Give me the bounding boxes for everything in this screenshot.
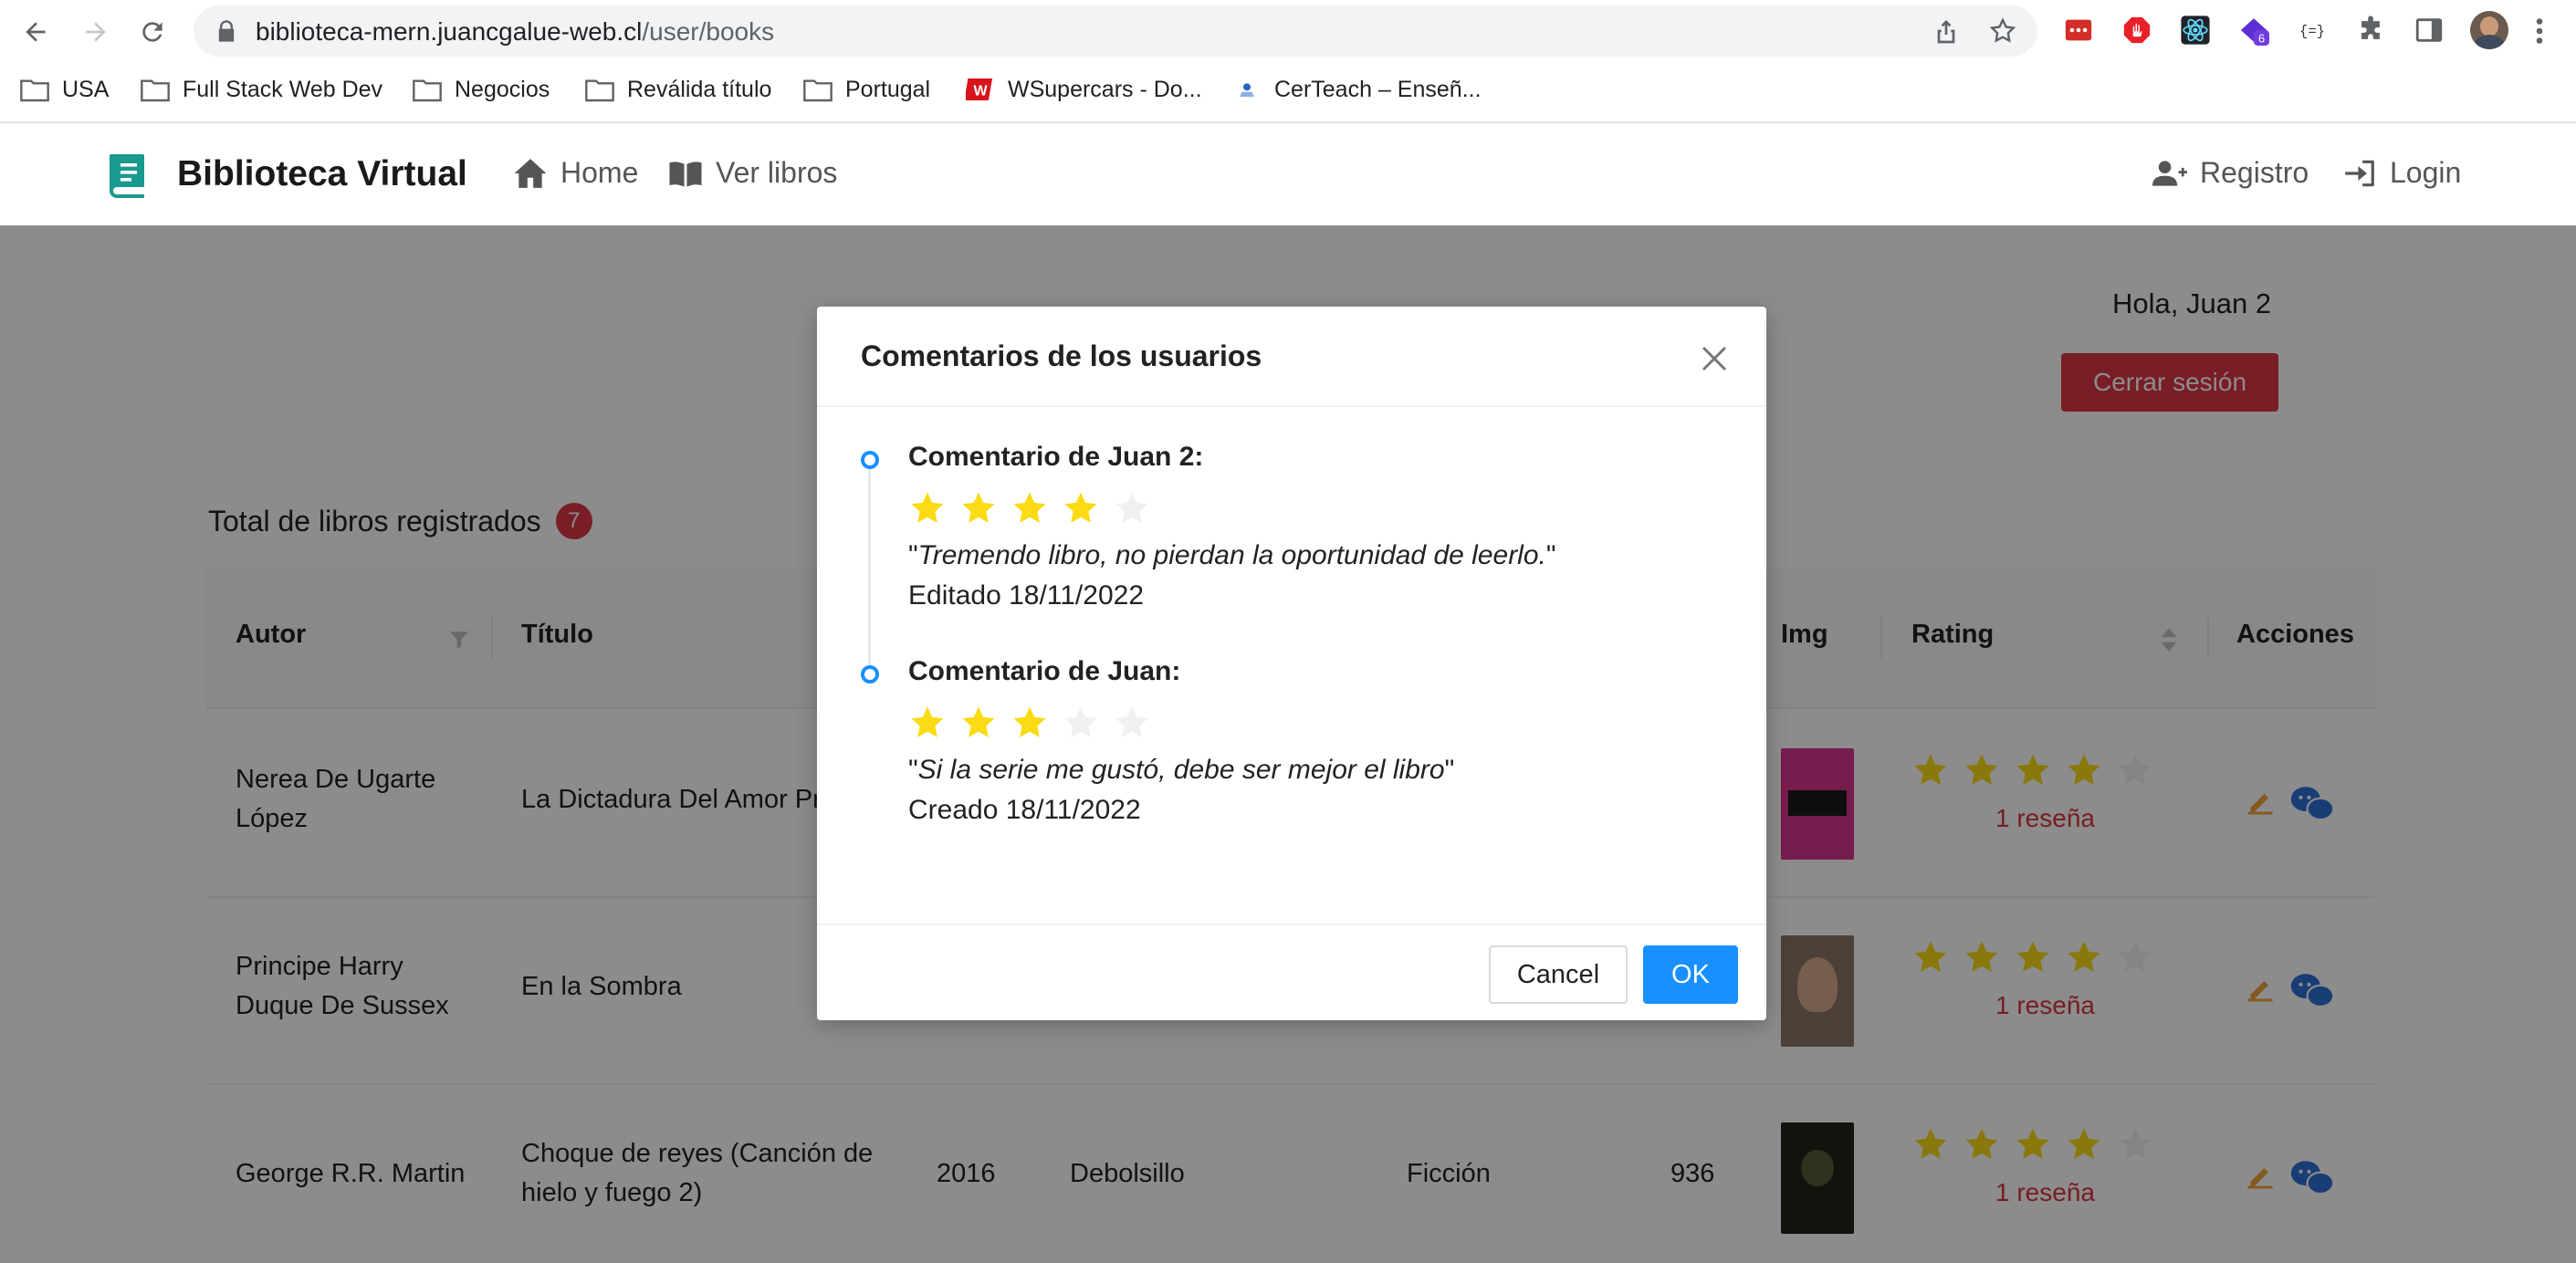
back-icon[interactable] <box>16 13 55 51</box>
profile-avatar[interactable] <box>2470 11 2508 49</box>
star-filled-icon <box>1013 706 1046 737</box>
folder-icon <box>413 79 442 102</box>
ext-lastpass-icon[interactable] <box>2061 13 2096 47</box>
star-empty-icon <box>1064 706 1097 737</box>
cancel-button[interactable]: Cancel <box>1489 945 1628 1004</box>
ext-adblock-icon[interactable] <box>2120 13 2154 47</box>
extensions-puzzle-icon[interactable] <box>2353 13 2388 47</box>
bookmark-revalida-titulo[interactable]: Reválida título <box>585 73 771 106</box>
bookmarks-bar: USA Full Stack Web Dev Negocios Reválida… <box>0 69 2576 108</box>
ok-button[interactable]: OK <box>1643 945 1738 1004</box>
comment-text: "Tremendo libro, no pierdan la oportunid… <box>908 540 1556 570</box>
comment-text-body: Tremendo libro, no pierdan la oportunida… <box>917 540 1546 570</box>
folder-icon <box>20 79 49 102</box>
wsupercars-icon: W <box>966 78 993 100</box>
side-panel-icon[interactable] <box>2412 13 2446 47</box>
nav-registro[interactable]: Registro <box>2152 156 2309 190</box>
bookmark-label: Portugal <box>845 76 931 102</box>
nav-books-label: Ver libros <box>716 156 838 189</box>
comment-text: "Si la serie me gustó, debe ser mejor el… <box>908 755 1455 785</box>
svg-text:W: W <box>973 84 988 99</box>
star-filled-icon <box>962 706 995 737</box>
timeline-dot <box>861 451 879 469</box>
home-icon <box>514 158 547 188</box>
bookmark-label: Reválida título <box>627 76 772 102</box>
ext-redux-icon[interactable]: 6 <box>2236 13 2271 47</box>
url-text[interactable]: biblioteca-mern.juancgalue-web.cl/user/b… <box>256 17 774 47</box>
modal-footer: Cancel OK <box>817 924 1766 1020</box>
star-filled-icon <box>1064 492 1097 523</box>
bookmark-certeach[interactable]: CerTeach – Enseñ... <box>1232 73 1482 106</box>
nav-login[interactable]: Login <box>2342 156 2461 190</box>
timeline-dot <box>861 665 879 684</box>
ext-react-devtools-icon[interactable] <box>2178 13 2213 47</box>
comment-rating-stars <box>908 704 1151 742</box>
brand-title[interactable]: Biblioteca Virtual <box>177 154 467 194</box>
bookmark-usa[interactable]: USA <box>20 73 109 106</box>
comment-rating-stars <box>908 489 1151 527</box>
bookmark-label: Negocios <box>455 76 550 102</box>
bookmark-star-icon[interactable] <box>1988 16 2017 46</box>
star-filled-icon <box>911 706 944 737</box>
folder-icon <box>585 79 614 102</box>
bookmark-portugal[interactable]: Portugal <box>803 73 930 106</box>
user-plus-icon <box>2152 160 2187 186</box>
comment-date: Editado 18/11/2022 <box>908 580 1145 611</box>
close-icon[interactable] <box>1701 345 1728 372</box>
forward-icon[interactable] <box>77 13 115 51</box>
ext-json-formatter-icon[interactable]: {=} <box>2295 13 2330 47</box>
folder-icon <box>803 79 832 102</box>
nav-ver-libros[interactable]: Ver libros <box>668 156 837 190</box>
star-filled-icon <box>911 492 944 523</box>
comment-date: Creado 18/11/2022 <box>908 795 1141 825</box>
browser-menu-icon[interactable] <box>2529 15 2550 47</box>
reload-icon[interactable] <box>133 13 172 51</box>
book-logo-icon[interactable] <box>106 151 150 198</box>
svg-text:6: 6 <box>2258 31 2265 45</box>
svg-text:{=}: {=} <box>2299 24 2325 40</box>
star-filled-icon <box>962 492 995 523</box>
open-book-icon <box>669 161 702 187</box>
bookmark-label: CerTeach – Enseñ... <box>1274 76 1482 102</box>
bookmark-negocios[interactable]: Negocios <box>413 73 550 106</box>
nav-register-label: Registro <box>2200 156 2309 189</box>
bookmark-label: Full Stack Web Dev <box>183 76 383 102</box>
star-empty-icon <box>1115 706 1148 737</box>
bookmark-wsupercars[interactable]: W WSupercars - Do... <box>966 73 1202 106</box>
certeach-icon <box>1240 83 1254 97</box>
lock-icon[interactable] <box>214 18 239 44</box>
app-header: Biblioteca Virtual Home Ver libros Regis… <box>0 125 2576 225</box>
bookmark-full-stack-web-dev[interactable]: Full Stack Web Dev <box>141 73 382 106</box>
modal-title: Comentarios de los usuarios <box>861 339 1262 372</box>
modal-header: Comentarios de los usuarios <box>817 307 1766 407</box>
star-empty-icon <box>1115 492 1148 523</box>
browser-chrome: biblioteca-mern.juancgalue-web.cl/user/b… <box>0 0 2576 123</box>
comment-author: Comentario de Juan 2: <box>908 442 1204 472</box>
comment-text-body: Si la serie me gustó, debe ser mejor el … <box>917 755 1445 785</box>
nav-home[interactable]: Home <box>513 156 638 190</box>
timeline-line <box>868 469 871 679</box>
sign-in-icon <box>2345 160 2374 186</box>
nav-home-label: Home <box>560 156 639 189</box>
bookmark-label: USA <box>62 76 110 102</box>
bookmark-label: WSupercars - Do... <box>1008 76 1202 102</box>
address-bar[interactable]: biblioteca-mern.juancgalue-web.cl/user/b… <box>194 5 2037 57</box>
folder-icon <box>141 79 170 102</box>
share-icon[interactable] <box>1932 16 1961 46</box>
comments-modal: Comentarios de los usuarios Comentario d… <box>817 307 1766 1020</box>
nav-login-label: Login <box>2390 156 2462 189</box>
star-filled-icon <box>1013 492 1046 523</box>
comment-author: Comentario de Juan: <box>908 656 1181 686</box>
